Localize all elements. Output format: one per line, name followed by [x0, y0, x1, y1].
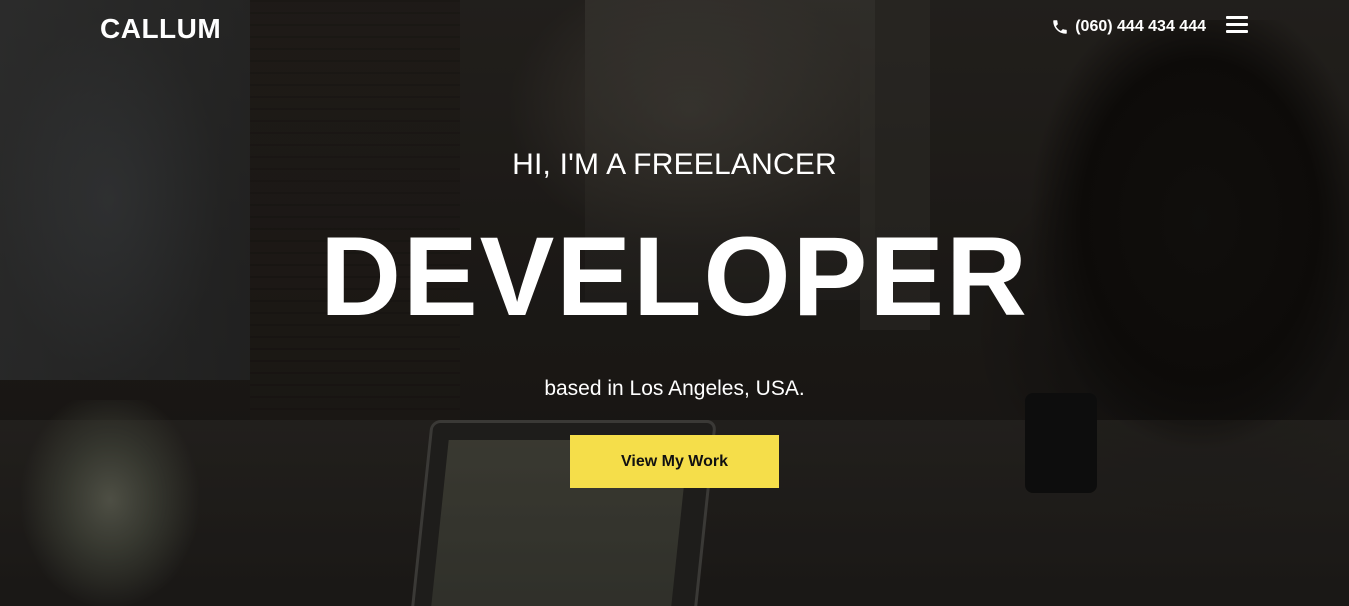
hero-intro: HI, I'M A FREELANCER: [512, 148, 837, 181]
menu-bar: [1226, 23, 1248, 26]
phone-link[interactable]: (060) 444 434 444: [1051, 16, 1206, 38]
site-logo[interactable]: CALLUM: [100, 10, 221, 48]
hamburger-menu-icon[interactable]: [1226, 16, 1250, 36]
hero-headline: DEVELOPER: [320, 214, 1029, 339]
view-my-work-button[interactable]: View My Work: [570, 435, 779, 488]
menu-bar: [1226, 16, 1248, 19]
phone-icon: [1053, 20, 1067, 34]
phone-number: (060) 444 434 444: [1075, 18, 1206, 35]
menu-bar: [1226, 30, 1248, 33]
hero-section: CALLUM (060) 444 434 444 HI, I'M A FREEL…: [0, 0, 1349, 606]
hero-location: based in Los Angeles, USA.: [544, 377, 805, 400]
